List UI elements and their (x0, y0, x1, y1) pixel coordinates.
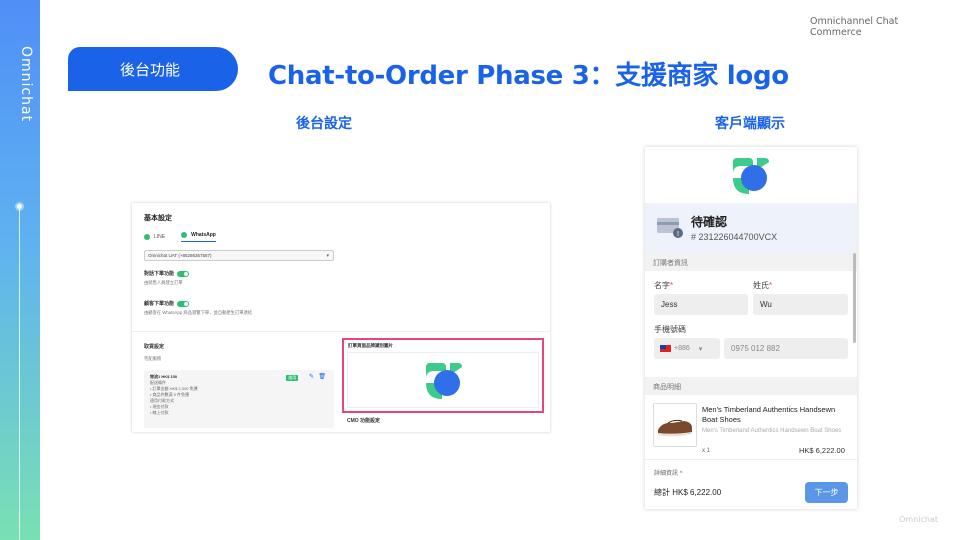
chevron-down-icon: ▾ (326, 253, 329, 259)
order-status-bar: ! 待確認 # 231226044700VCX (645, 203, 857, 253)
product-image (653, 403, 697, 447)
last-name-field[interactable]: Wu (753, 294, 848, 315)
footer-divider (645, 459, 857, 460)
buyer-section-header: 訂購者資訊 (645, 253, 857, 271)
details-toggle[interactable]: 詳細資訊 ^ (654, 468, 682, 477)
admin-settings-screenshot: 基本設定 LINE WhatsApp Omnichat UAT (+852953… (132, 203, 550, 432)
tab-whatsapp[interactable]: WhatsApp (181, 232, 216, 242)
progress-line (19, 208, 20, 540)
setting-customer-order: 顧客下單功能 (144, 300, 190, 307)
phone-label: 手機號碼 (654, 325, 686, 334)
trash-icon[interactable]: 🗑 (318, 374, 326, 380)
chevron-down-icon: ▾ (698, 345, 703, 353)
tab-line[interactable]: LINE (144, 232, 165, 242)
section-divider (132, 331, 550, 332)
country-code-value: +886 (674, 345, 690, 352)
last-name-label: 姓氏* (753, 281, 773, 290)
admin-column-heading: 後台設定 (296, 115, 352, 131)
merchant-logo-icon (426, 363, 462, 399)
rail-brand-text: Omnichat (18, 46, 34, 123)
line-icon (144, 234, 150, 240)
shipping-card: 物流1 HK$ 150 配送條件 • 訂單金額 HK$ 2,000 免運 • 商… (144, 370, 334, 428)
country-code-select[interactable]: +886 ▾ (654, 338, 720, 359)
card-line-7: • 線上付款 (150, 410, 169, 415)
first-name-field[interactable]: Jess (654, 294, 748, 315)
client-order-screenshot: ! 待確認 # 231226044700VCX 訂購者資訊 名字* 姓氏* Je… (645, 147, 857, 509)
setting-customer-order-title: 顧客下單功能 (144, 301, 175, 307)
setting-chat-order-title: 對話下單功能 (144, 271, 175, 277)
taiwan-flag-icon (660, 345, 671, 352)
delivery-sub: 宅配服務 (144, 356, 162, 361)
admin-heading: 基本設定 (144, 215, 172, 222)
order-status-title: 待確認 (691, 215, 728, 229)
phone-number-field[interactable]: 0975 012 882 (724, 338, 848, 359)
setting-chat-order-desc: 由銷售人員建立訂單 (144, 280, 183, 285)
brand-logo-setting: 訂單頁面品牌識別圖片 (342, 338, 544, 413)
client-column-heading: 客戶端顯示 (715, 115, 785, 131)
product-section-header: 商品明細 (645, 377, 857, 395)
order-total: 總計 HK$ 6,222.00 (654, 488, 722, 497)
channel-tabs: LINE WhatsApp (144, 232, 216, 242)
top-right-tagline: Omnichannel Chat Commerce (810, 16, 899, 38)
product-quantity: x 1 (702, 448, 711, 454)
delivery-title: 取貨設定 (144, 344, 165, 350)
boat-shoe-icon (658, 419, 692, 437)
channel-select[interactable]: Omnichat UAT (+85295367587) ▾ (144, 250, 334, 261)
chat-order-toggle[interactable] (177, 270, 190, 277)
watermark: Omnichat (899, 515, 938, 524)
merchant-logo-icon (733, 158, 769, 194)
brand-logo-upload[interactable] (347, 352, 539, 408)
scrollbar[interactable] (853, 253, 856, 343)
page-title: Chat-to-Order Phase 3：支援商家 logo (268, 61, 789, 91)
tab-line-label: LINE (154, 234, 166, 240)
product-price: HK$ 6,222.00 (799, 446, 845, 455)
svg-text:!: ! (677, 230, 680, 238)
product-subtitle: Men's Timberland Authentics Handsewn Boa… (702, 428, 842, 434)
customer-order-toggle[interactable] (177, 300, 190, 307)
left-rail: Omnichat (0, 0, 40, 540)
setting-chat-order: 對話下單功能 (144, 270, 190, 277)
last-name-label-text: 姓氏 (753, 281, 769, 290)
setting-customer-order-desc: 由顧客在 WhatsApp 商品瀏覽下單，並自動產生訂單連結 (144, 310, 253, 315)
edit-icon[interactable]: ✎ (309, 374, 314, 380)
credit-card-icon: ! (657, 218, 683, 238)
whatsapp-icon (181, 232, 188, 238)
product-name: Men's Timberland Authentics Handsewn Boa… (702, 405, 836, 424)
next-step-button[interactable]: 下一步 (805, 482, 848, 503)
first-name-label-text: 名字 (654, 281, 670, 290)
order-number: # 231226044700VCX (691, 232, 778, 242)
merchant-logo-header (645, 147, 857, 203)
status-badge: 啟用 (286, 375, 298, 381)
tab-whatsapp-label: WhatsApp (191, 232, 216, 238)
section-pill-label: 後台功能 (120, 61, 181, 79)
cmo-settings-label: CMO 功能設定 (347, 418, 381, 424)
section-pill: 後台功能 (68, 47, 238, 91)
channel-select-value: Omnichat UAT (+85295367587) (148, 253, 212, 258)
brand-logo-label: 訂單頁面品牌識別圖片 (348, 343, 393, 348)
first-name-label: 名字* (654, 281, 674, 290)
